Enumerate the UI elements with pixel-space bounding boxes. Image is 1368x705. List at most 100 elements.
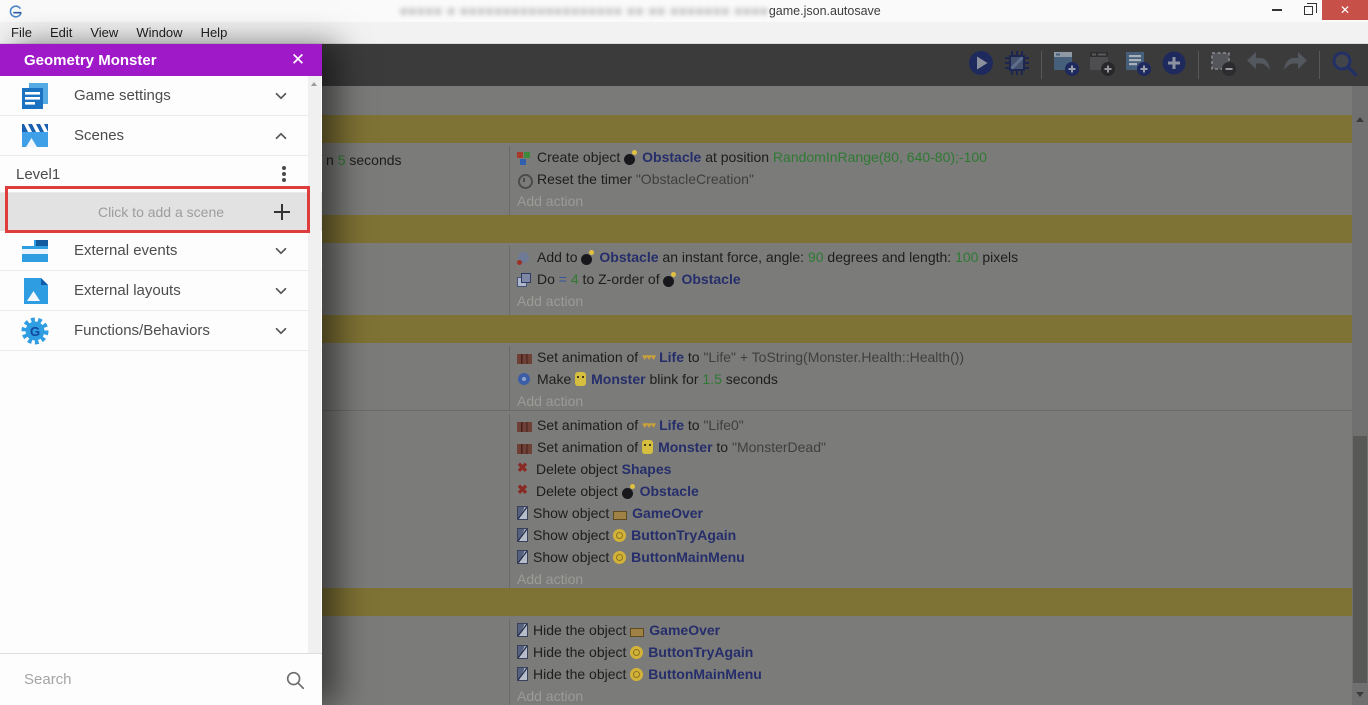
toolbar-separator: [1041, 51, 1042, 79]
gameover-icon: [613, 510, 628, 520]
action-text: degrees and length:: [823, 249, 956, 265]
blink-icon: [517, 372, 532, 387]
add-comment-icon: [1123, 48, 1153, 83]
event-action-line[interactable]: Hide the object ButtonTryAgain: [517, 641, 1352, 663]
action-text: Set animation of: [537, 417, 643, 433]
action-text: blink for: [645, 371, 703, 387]
event-action-line[interactable]: Make Monster blink for 1.5 seconds: [517, 368, 1352, 390]
event-action-line[interactable]: Do = 4 to Z-order of Obstacle: [517, 268, 1352, 290]
add-action-button[interactable]: Add action: [517, 290, 1352, 312]
event-action-line[interactable]: Hide the object ButtonMainMenu: [517, 663, 1352, 685]
event-action-line[interactable]: Set animation of Monster to "MonsterDead…: [517, 436, 1352, 458]
plus-icon: [274, 203, 290, 220]
action-text: n: [326, 152, 338, 168]
redo-icon: [1280, 48, 1310, 83]
scrollbar-thumb[interactable]: [1353, 436, 1367, 683]
drawer-item-scenes[interactable]: Scenes: [0, 116, 322, 156]
drawer-item-external-events[interactable]: External events: [0, 231, 322, 271]
close-window-button[interactable]: ✕: [1322, 0, 1368, 20]
action-text: "Life" + ToString(Monster.Health::Health…: [703, 349, 965, 365]
minimize-button[interactable]: [1258, 0, 1295, 20]
chevron-up-icon: [275, 132, 287, 139]
event-action-line[interactable]: Delete object Obstacle: [517, 480, 1352, 502]
drawer-item-label: External layouts: [74, 282, 181, 299]
event-action-line[interactable]: Show object ButtonMainMenu: [517, 546, 1352, 568]
delete-event-button[interactable]: [1205, 47, 1241, 83]
action-text: "MonsterDead": [731, 439, 826, 455]
action-text: "Life0": [703, 417, 744, 433]
add-circle-button[interactable]: [1156, 47, 1192, 83]
kebab-menu-icon[interactable]: [282, 172, 286, 176]
add-comment-button[interactable]: [1120, 47, 1156, 83]
drawer-item-functions-behaviors[interactable]: G Functions/Behaviors: [0, 311, 322, 351]
add-action-button[interactable]: Add action: [517, 568, 1352, 590]
search-input[interactable]: [0, 671, 284, 688]
menu-item-view[interactable]: View: [81, 22, 127, 43]
event-action-line[interactable]: Show object ButtonTryAgain: [517, 524, 1352, 546]
menu-item-file[interactable]: File: [2, 22, 41, 43]
event-action-line[interactable]: Show object GameOver: [517, 502, 1352, 524]
drawer-item-game-settings[interactable]: Game settings: [0, 76, 322, 116]
gameover-icon: [630, 627, 645, 637]
event-action-line[interactable]: Set animation of Life to "Life0": [517, 414, 1352, 436]
play-button[interactable]: [963, 47, 999, 83]
gdevelop-logo-icon: [8, 3, 24, 19]
drawer-item-external-layouts[interactable]: External layouts: [0, 271, 322, 311]
toolbar-separator: [1198, 51, 1199, 79]
add-event-button[interactable]: [1048, 47, 1084, 83]
redo-button[interactable]: [1277, 47, 1313, 83]
add-scene-button[interactable]: Click to add a scene: [0, 193, 322, 231]
game-settings-icon: [18, 79, 52, 113]
force-icon: [517, 250, 532, 265]
scroll-down-icon[interactable]: [1356, 692, 1364, 697]
visibility-icon: [517, 550, 528, 564]
object-name: Monster: [658, 439, 713, 455]
event-action-line[interactable]: Create object Obstacle at position Rando…: [517, 146, 1352, 168]
event-action-line[interactable]: Reset the timer "ObstacleCreation": [517, 168, 1352, 190]
action-text: seconds: [345, 152, 402, 168]
action-text: Make: [537, 371, 576, 387]
search-button[interactable]: [1326, 47, 1362, 83]
scene-label: Level1: [16, 165, 61, 183]
add-subevent-icon: [1087, 48, 1117, 83]
add-action-label: Add action: [517, 688, 584, 704]
undo-button[interactable]: [1241, 47, 1277, 83]
object-name: Monster: [591, 371, 646, 387]
scroll-up-icon[interactable]: [311, 82, 317, 86]
restore-button[interactable]: [1295, 0, 1322, 20]
scene-item-level1[interactable]: Level1: [0, 156, 322, 193]
add-action-label: Add action: [517, 193, 584, 209]
delete-icon: [517, 482, 531, 499]
menu-item-edit[interactable]: Edit: [41, 22, 81, 43]
add-action-button[interactable]: Add action: [517, 190, 1352, 212]
add-subevent-button[interactable]: [1084, 47, 1120, 83]
project-title: Geometry Monster: [24, 51, 157, 69]
visibility-icon: [517, 667, 528, 681]
life-icon: [642, 352, 655, 362]
menu-item-window[interactable]: Window: [127, 22, 191, 43]
visibility-icon: [517, 506, 528, 520]
visibility-icon: [517, 623, 528, 637]
drawer-item-label: Scenes: [74, 127, 125, 144]
button-icon: [613, 551, 627, 564]
close-drawer-button[interactable]: ✕: [288, 50, 308, 70]
scroll-up-icon[interactable]: [1356, 117, 1364, 122]
add-action-button[interactable]: Add action: [517, 685, 1352, 705]
window-title: ●●●●● ● ●●●●●●●●●●●●●●●●●●● ●● ●● ●●●●●●…: [400, 2, 881, 20]
event-action-line[interactable]: Set animation of Life to "Life" + ToStri…: [517, 346, 1352, 368]
minimize-icon: [1271, 9, 1282, 11]
parameter-value: 1.5: [702, 371, 722, 387]
create-object-icon: [517, 150, 532, 165]
event-action-line[interactable]: Add to Obstacle an instant force, angle:…: [517, 246, 1352, 268]
parameter-value: 100: [955, 249, 979, 265]
debug-button[interactable]: [999, 47, 1035, 83]
delete-icon: [517, 460, 531, 477]
object-name: Life: [659, 349, 684, 365]
restore-icon: [1304, 2, 1317, 15]
menu-item-help[interactable]: Help: [192, 22, 237, 43]
event-action-line[interactable]: Delete object Shapes: [517, 458, 1352, 480]
add-action-button[interactable]: Add action: [517, 390, 1352, 412]
button-icon: [630, 646, 644, 659]
event-condition-line[interactable]: n 5 seconds: [326, 149, 402, 171]
event-action-line[interactable]: Hide the object GameOver: [517, 619, 1352, 641]
